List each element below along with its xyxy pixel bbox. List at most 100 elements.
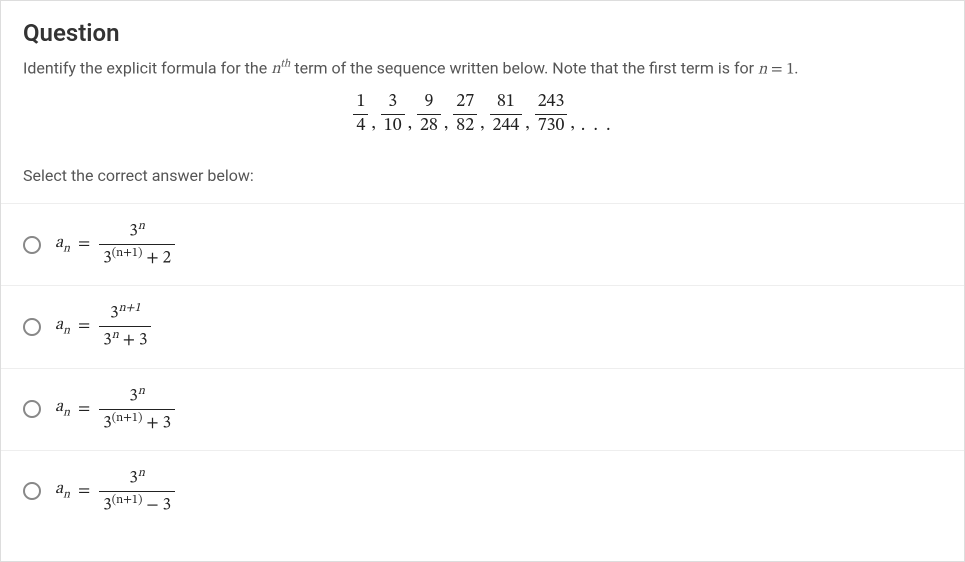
radio-icon — [23, 236, 41, 254]
fraction: 3n 3(n+1) + 2 — [99, 218, 175, 271]
seq-den: 244 — [490, 114, 523, 138]
question-card: Question Identify the explicit formula f… — [0, 0, 965, 562]
seq-den: 82 — [453, 114, 477, 138]
question-heading: Question — [23, 19, 942, 47]
n-equals: n = 1 — [758, 61, 794, 77]
lhs-sub: n — [63, 489, 70, 501]
prompt-text-3: . — [794, 58, 798, 77]
num-base: 3 — [110, 306, 118, 323]
den-base: 3 — [103, 497, 111, 514]
formula-lhs: an — [55, 397, 70, 420]
answer-option-2[interactable]: an = 3n+1 3n + 3 — [1, 286, 964, 368]
seq-num: 9 — [417, 91, 441, 114]
seq-den: 28 — [417, 114, 441, 138]
num-exp: n+1 — [119, 302, 141, 314]
equals-sign: = — [78, 234, 90, 255]
answer-option-1[interactable]: an = 3n 3(n+1) + 2 — [1, 204, 964, 286]
nth-symbol: nth — [271, 61, 290, 77]
comma: , — [570, 113, 574, 136]
n-var: n — [758, 61, 767, 77]
den-op: + — [119, 333, 139, 350]
lhs-var: a — [55, 317, 63, 334]
lhs-var: a — [55, 399, 63, 416]
sequence-term: 310 — [381, 91, 405, 138]
fraction: 3n 3(n+1) − 3 — [99, 465, 175, 518]
seq-num: 243 — [535, 91, 568, 114]
ellipsis: . . . — [581, 115, 613, 138]
sequence-term: 14 — [353, 91, 368, 138]
num-exp: n — [138, 220, 145, 232]
den-op: + — [142, 251, 162, 268]
den-const: 3 — [163, 415, 171, 432]
den-const: 3 — [163, 497, 171, 514]
den-base: 3 — [103, 251, 111, 268]
num-base: 3 — [129, 470, 137, 487]
numerator: 3n — [99, 383, 175, 409]
comma: , — [525, 113, 529, 136]
answer-option-3[interactable]: an = 3n 3(n+1) + 3 — [1, 369, 964, 451]
formula-lhs: an — [55, 233, 70, 256]
seq-den: 4 — [353, 114, 368, 138]
seq-num: 1 — [353, 91, 368, 114]
formula-lhs: an — [55, 315, 70, 338]
seq-num: 27 — [453, 91, 477, 114]
den-exp: (n+1) — [112, 494, 143, 506]
denominator: 3(n+1) − 3 — [99, 491, 175, 518]
num-exp: n — [138, 467, 145, 479]
denominator: 3n + 3 — [99, 326, 151, 353]
formula-1: an = 3n 3(n+1) + 2 — [55, 218, 176, 271]
den-exp: (n+1) — [112, 412, 143, 424]
den-exp: n — [112, 329, 119, 341]
num-base: 3 — [129, 224, 137, 241]
sequence-term: 243730 — [535, 91, 568, 138]
prompt-text-2: term of the sequence written below. Note… — [290, 58, 758, 77]
seq-num: 3 — [381, 91, 405, 114]
lhs-var: a — [55, 235, 63, 252]
num-base: 3 — [129, 388, 137, 405]
den-base: 3 — [103, 415, 111, 432]
nth-sup: th — [280, 58, 290, 70]
radio-icon — [23, 400, 41, 418]
den-const: 3 — [139, 333, 147, 350]
den-op: + — [142, 415, 162, 432]
den-exp: (n+1) — [112, 247, 143, 259]
equals-sign: = — [78, 399, 90, 420]
den-exp-text: (n+1) — [112, 494, 143, 506]
den-base: 3 — [103, 333, 111, 350]
seq-den: 730 — [535, 114, 568, 138]
formula-2: an = 3n+1 3n + 3 — [55, 300, 152, 353]
comma: , — [371, 113, 375, 136]
fraction: 3n 3(n+1) + 3 — [99, 383, 175, 436]
equals-sign: = — [78, 481, 90, 502]
den-op: − — [142, 497, 162, 514]
answer-options: an = 3n 3(n+1) + 2 an = 3n+1 3n + 3 — [1, 203, 964, 531]
lhs-sub: n — [63, 325, 70, 337]
lhs-var: a — [55, 481, 63, 498]
den-exp-text: (n+1) — [112, 412, 143, 424]
radio-icon — [23, 318, 41, 336]
den-const: 2 — [163, 251, 171, 268]
lhs-sub: n — [63, 243, 70, 255]
formula-4: an = 3n 3(n+1) − 3 — [55, 465, 176, 518]
question-prompt: Identify the explicit formula for the nt… — [23, 57, 942, 79]
num-exp: n — [138, 385, 145, 397]
formula-3: an = 3n 3(n+1) + 3 — [55, 383, 176, 436]
den-exp-text: (n+1) — [112, 247, 143, 259]
seq-den: 10 — [381, 114, 405, 138]
prompt-text-1: Identify the explicit formula for the — [23, 58, 271, 77]
radio-icon — [23, 482, 41, 500]
numerator: 3n — [99, 218, 175, 244]
fraction: 3n+1 3n + 3 — [99, 300, 151, 353]
seq-num: 81 — [490, 91, 523, 114]
formula-lhs: an — [55, 479, 70, 502]
answer-option-4[interactable]: an = 3n 3(n+1) − 3 — [1, 451, 964, 532]
lhs-sub: n — [63, 407, 70, 419]
numerator: 3n — [99, 465, 175, 491]
equals-sign: = — [78, 316, 90, 337]
denominator: 3(n+1) + 2 — [99, 244, 175, 271]
denominator: 3(n+1) + 3 — [99, 409, 175, 436]
sequence-term: 2782 — [453, 91, 477, 138]
comma: , — [444, 113, 448, 136]
comma: , — [480, 113, 484, 136]
sequence-display: 14,310,928,2782,81244,243730,. . . — [23, 91, 942, 138]
